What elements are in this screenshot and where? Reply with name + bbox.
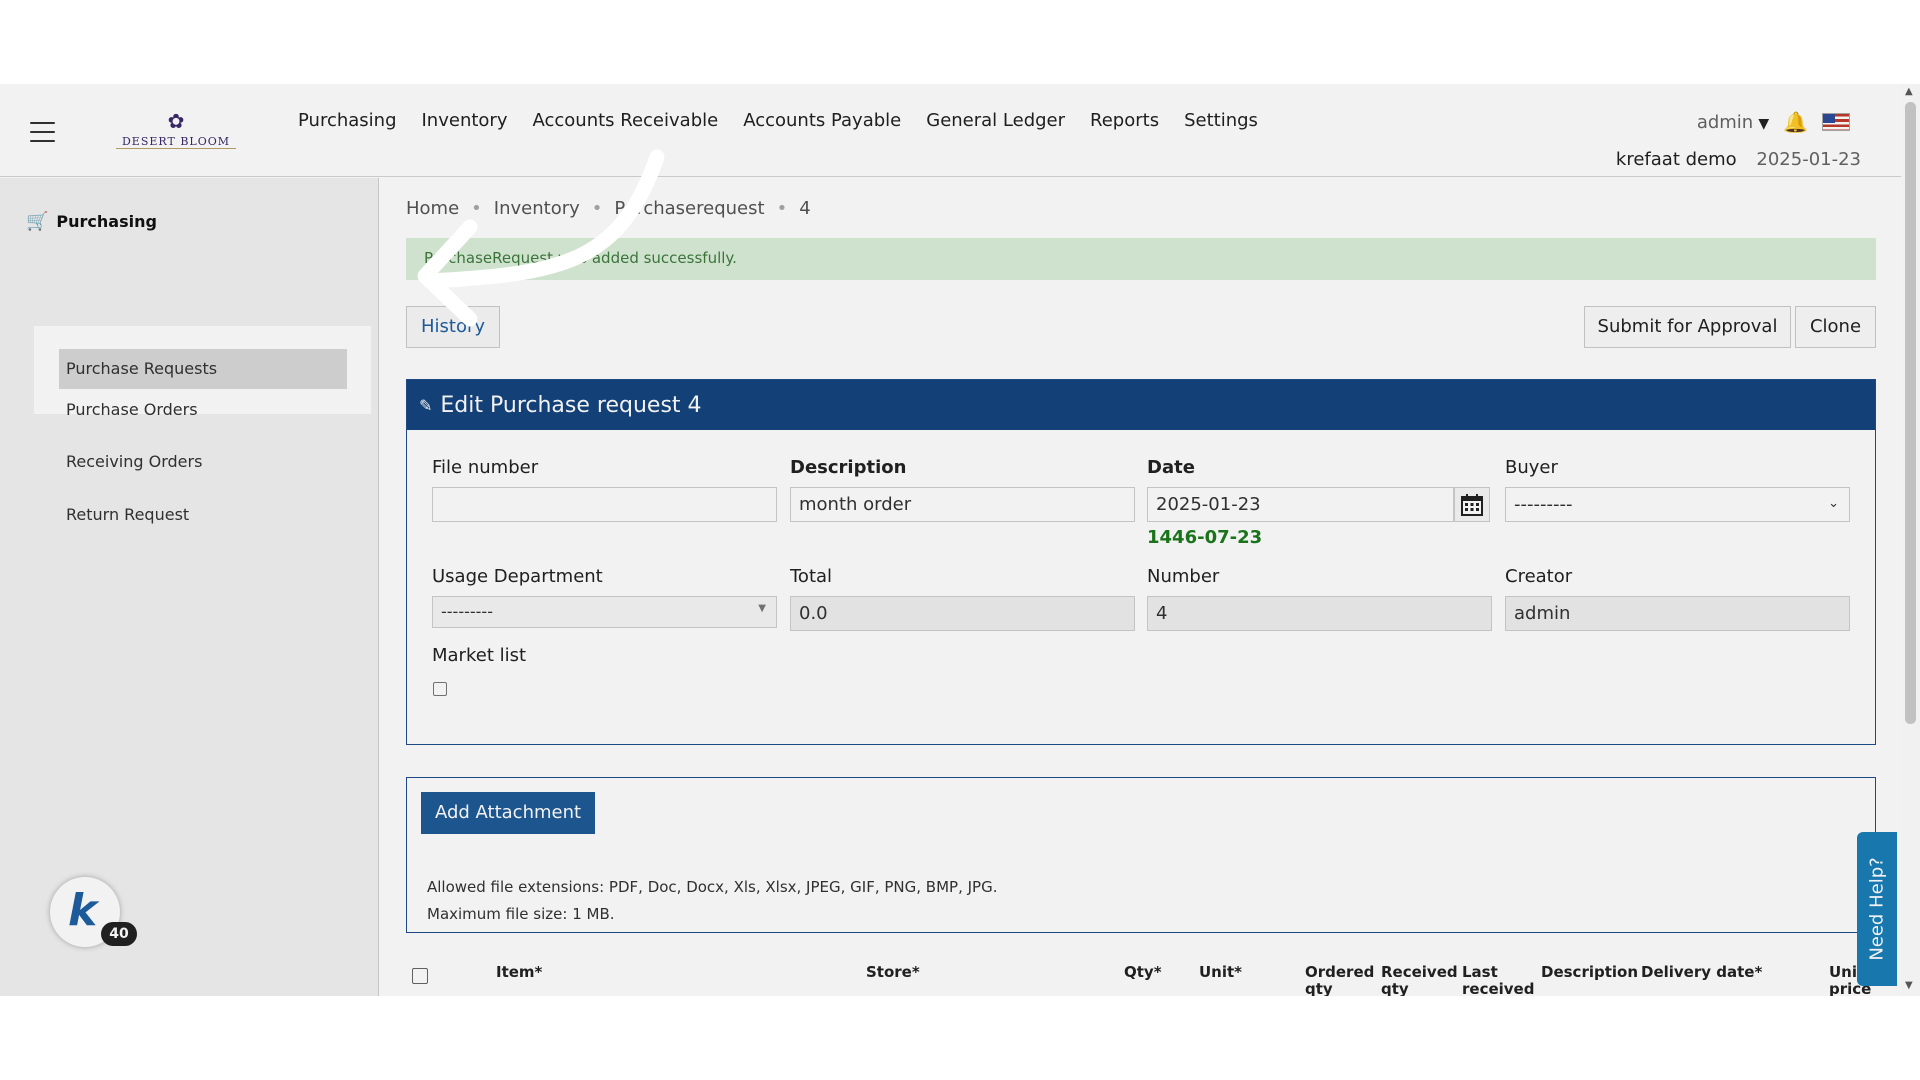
- market-list-label: Market list: [432, 645, 527, 666]
- calendar-icon: [1461, 494, 1483, 516]
- allowed-extensions-text: Allowed file extensions: PDF, Doc, Docx,…: [427, 878, 998, 896]
- col-description: Description: [1541, 963, 1639, 981]
- top-header: ✿ DESERT BLOOM Purchasing Inventory Acco…: [0, 84, 1901, 177]
- col-item: Item*: [496, 963, 543, 981]
- breadcrumb-separator: •: [471, 198, 482, 219]
- items-table-header: Item* Store* Qty* Unit* Ordered qty Rece…: [406, 962, 1876, 996]
- caret-down-icon: ▼: [758, 603, 766, 614]
- sidebar-section-purchasing[interactable]: 🛒 Purchasing: [26, 211, 157, 232]
- system-date: 2025-01-23: [1756, 149, 1861, 170]
- submit-for-approval-button[interactable]: Submit for Approval: [1584, 306, 1791, 348]
- number-label: Number: [1147, 566, 1220, 587]
- nav-purchasing[interactable]: Purchasing: [298, 110, 397, 131]
- nav-accounts-receivable[interactable]: Accounts Receivable: [532, 110, 718, 131]
- buyer-label: Buyer: [1505, 457, 1558, 478]
- nav-general-ledger[interactable]: General Ledger: [926, 110, 1065, 131]
- col-unit: Unit*: [1199, 963, 1243, 981]
- main-content: Home • Inventory • Purchaserequest • 4 P…: [380, 178, 1901, 996]
- nav-inventory[interactable]: Inventory: [422, 110, 508, 131]
- chevron-down-icon: ▼: [1758, 115, 1770, 132]
- file-number-label: File number: [432, 457, 539, 478]
- add-attachment-button[interactable]: Add Attachment: [421, 792, 595, 834]
- cart-icon: 🛒: [26, 211, 49, 232]
- app-frame: ✿ DESERT BLOOM Purchasing Inventory Acco…: [0, 84, 1920, 996]
- col-store: Store*: [866, 963, 920, 981]
- need-help-text: Need Help?: [1866, 857, 1888, 961]
- edit-purchase-request-panel: ✎ Edit Purchase request 4 File number De…: [406, 379, 1876, 745]
- scroll-thumb[interactable]: [1905, 102, 1916, 724]
- nav-settings[interactable]: Settings: [1184, 110, 1258, 131]
- user-name: admin: [1696, 111, 1754, 133]
- col-last-received: Last received: [1462, 963, 1535, 997]
- company-line: krefaat demo 2025-01-23: [1616, 149, 1861, 170]
- user-area: admin ▼ 🔔: [1697, 110, 1850, 134]
- edit-icon: ✎: [419, 395, 433, 415]
- usage-department-select[interactable]: --------- ▼: [432, 596, 777, 628]
- buyer-select[interactable]: --------- ⌄: [1505, 487, 1850, 522]
- max-file-size-text: Maximum file size: 1 MB.: [427, 905, 615, 923]
- market-list-checkbox[interactable]: [433, 682, 447, 696]
- panel-title: ✎ Edit Purchase request 4: [407, 380, 1875, 430]
- success-alert: PurchaseRequest was added successfully.: [406, 238, 1876, 280]
- buyer-select-value: ---------: [1514, 494, 1573, 515]
- company-name: krefaat demo: [1615, 149, 1737, 170]
- us-flag-icon[interactable]: [1822, 113, 1850, 131]
- sidebar: 🛒 Purchasing Purchase Requests Purchase …: [0, 178, 379, 996]
- history-button[interactable]: History: [406, 306, 500, 348]
- scroll-down-icon[interactable]: ▼: [1905, 980, 1913, 991]
- col-qty: Qty*: [1124, 963, 1162, 981]
- col-received-qty: Received qty: [1381, 963, 1458, 997]
- usage-department-value: ---------: [441, 602, 493, 621]
- calendar-button[interactable]: [1454, 487, 1490, 522]
- hijri-date: 1446-07-23: [1147, 527, 1263, 548]
- menu-icon[interactable]: [30, 122, 55, 142]
- file-number-input[interactable]: [432, 487, 777, 522]
- breadcrumb-home[interactable]: Home: [406, 198, 459, 219]
- description-input[interactable]: month order: [790, 487, 1135, 522]
- nav-accounts-payable[interactable]: Accounts Payable: [743, 110, 901, 131]
- nav-reports[interactable]: Reports: [1090, 110, 1159, 131]
- col-ordered-qty: Ordered qty: [1305, 963, 1375, 997]
- number-input: 4: [1147, 596, 1492, 631]
- panel-title-text: Edit Purchase request 4: [440, 392, 702, 418]
- col-delivery-date: Delivery date*: [1641, 963, 1763, 981]
- sidebar-section-title: Purchasing: [56, 212, 157, 231]
- need-help-tab[interactable]: Need Help?: [1857, 832, 1897, 986]
- creator-label: Creator: [1505, 566, 1573, 587]
- description-label: Description: [790, 457, 907, 478]
- date-label: Date: [1147, 457, 1195, 478]
- company-logo[interactable]: ✿ DESERT BLOOM: [105, 109, 247, 149]
- main-nav: Purchasing Inventory Accounts Receivable…: [298, 110, 1258, 131]
- breadcrumb-purchaserequest[interactable]: Purchaserequest: [614, 198, 764, 219]
- breadcrumb: Home • Inventory • Purchaserequest • 4: [406, 198, 811, 219]
- sidebar-item-purchase-requests[interactable]: Purchase Requests: [59, 349, 347, 389]
- total-label: Total: [790, 566, 833, 587]
- logo-text: DESERT BLOOM: [115, 135, 237, 149]
- scroll-up-icon[interactable]: ▲: [1905, 86, 1913, 97]
- page-scrollbar[interactable]: ▲ ▼: [1901, 84, 1920, 996]
- clone-button[interactable]: Clone: [1795, 306, 1876, 348]
- total-input: 0.0: [790, 596, 1135, 631]
- date-input[interactable]: 2025-01-23: [1147, 487, 1454, 522]
- user-menu[interactable]: admin ▼: [1697, 112, 1769, 133]
- breadcrumb-separator: •: [776, 198, 788, 219]
- flower-icon: ✿: [167, 109, 185, 133]
- sidebar-item-receiving-orders[interactable]: Receiving Orders: [66, 452, 202, 471]
- creator-input: admin: [1505, 596, 1850, 631]
- k-logo-icon: k: [68, 885, 98, 936]
- sidebar-item-return-request[interactable]: Return Request: [66, 505, 189, 524]
- breadcrumb-current: 4: [799, 198, 811, 219]
- sidebar-item-purchase-orders[interactable]: Purchase Orders: [66, 400, 198, 419]
- attachments-panel: Add Attachment Allowed file extensions: …: [406, 777, 1876, 933]
- notification-count-badge: 40: [101, 922, 137, 946]
- usage-department-label: Usage Department: [432, 566, 603, 587]
- bell-icon[interactable]: 🔔: [1783, 110, 1808, 134]
- breadcrumb-inventory[interactable]: Inventory: [494, 198, 580, 219]
- breadcrumb-separator: •: [591, 198, 603, 219]
- select-all-checkbox[interactable]: [412, 968, 428, 984]
- chevron-down-icon: ⌄: [1828, 496, 1839, 511]
